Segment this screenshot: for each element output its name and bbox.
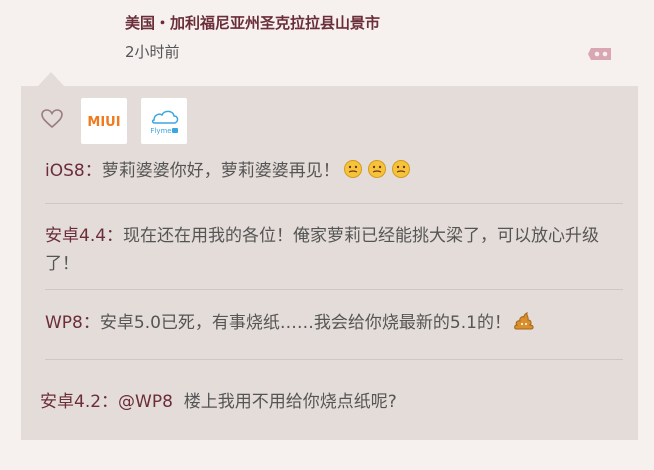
comment-item: WP8：安卓5.0已死，有事烧纸……我会给你烧最新的5.1的！ <box>45 309 623 337</box>
more-options-icon[interactable] <box>588 45 614 63</box>
comment-author[interactable]: iOS8： <box>45 161 102 181</box>
comment-text: 萝莉婆婆你好，萝莉婆婆再见！ <box>101 161 340 181</box>
comment-author[interactable]: 安卓4.2： <box>40 392 118 412</box>
poop-emoji-icon <box>514 312 534 330</box>
comment-text: 安卓5.0已死，有事烧纸……我会给你烧最新的5.1的！ <box>99 313 511 333</box>
location-text: 美国・加利福尼亚州圣克拉拉县山景市 <box>125 14 381 32</box>
thinking-emoji-icon <box>367 160 386 178</box>
comment-item: iOS8：萝莉婆婆你好，萝莉婆婆再见！ <box>45 157 623 185</box>
reply-mention[interactable]: @WP8 <box>118 392 173 412</box>
flyme-like-badge[interactable]: Flyme <box>141 98 187 144</box>
divider <box>45 203 623 204</box>
panel-pointer <box>38 72 64 86</box>
comment-author[interactable]: WP8： <box>45 313 100 333</box>
thinking-emoji-icon <box>343 160 362 178</box>
miui-logo: MIUI <box>87 115 120 130</box>
miui-like-badge[interactable]: MIUI <box>81 98 127 144</box>
comment-author[interactable]: 安卓4.4： <box>45 226 123 246</box>
svg-text:MIUI: MIUI <box>87 115 120 130</box>
post-time: 2小时前 <box>125 43 180 61</box>
comment-text: 现在还在用我的各位！俺家萝莉已经能挑大梁了，可以放心升级了！ <box>45 226 600 274</box>
divider <box>45 359 623 360</box>
comment-item: 安卓4.4：现在还在用我的各位！俺家萝莉已经能挑大梁了，可以放心升级了！ <box>45 222 623 278</box>
thinking-emoji-icon <box>391 160 410 178</box>
heart-icon[interactable] <box>41 109 63 129</box>
divider <box>45 289 623 290</box>
svg-text:Flyme: Flyme <box>150 127 171 135</box>
comment-text: 楼上我用不用给你烧点纸呢? <box>183 392 397 412</box>
comment-item: 安卓4.2：@WP8 楼上我用不用给你烧点纸呢? <box>40 388 618 416</box>
flyme-logo: Flyme <box>150 110 179 135</box>
